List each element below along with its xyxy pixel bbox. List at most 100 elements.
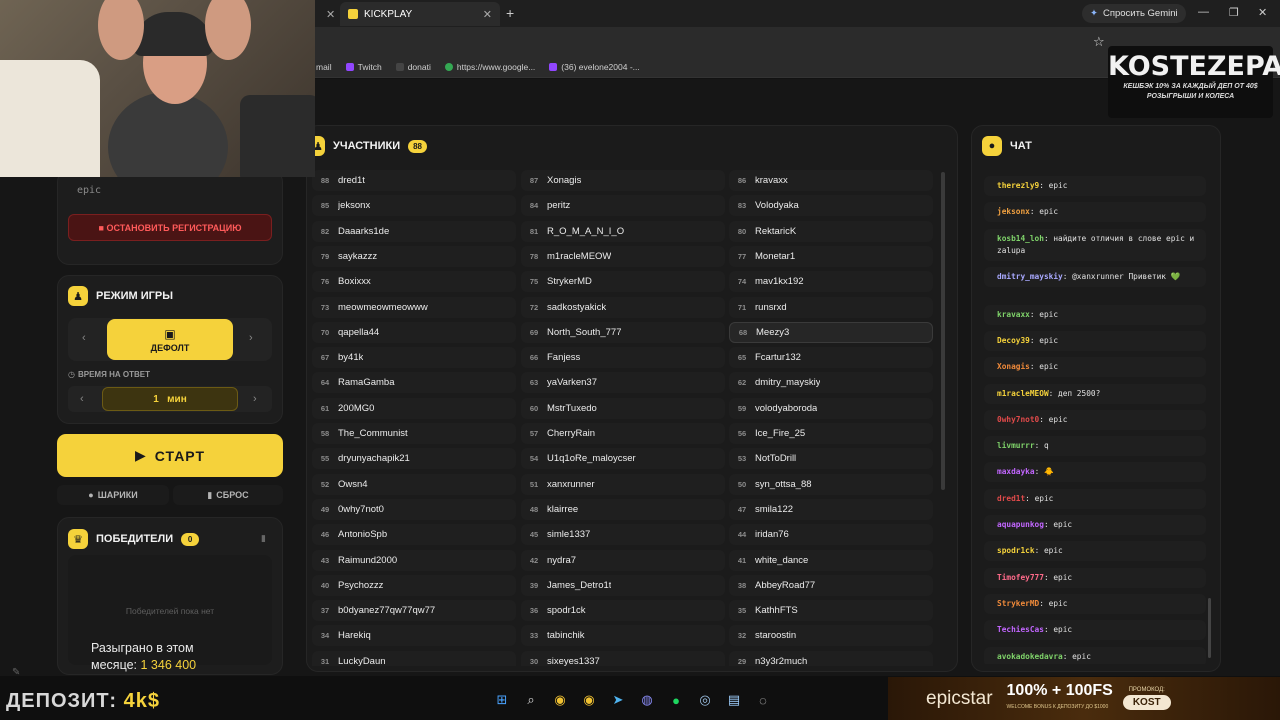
participant-row[interactable]: 88 dred1t [312,170,516,191]
participant-row[interactable]: 42 nydra7 [521,549,725,571]
clear-winners-icon[interactable]: ▮ [261,533,266,544]
participant-row[interactable]: 85 jeksonx [312,195,516,217]
participant-row[interactable]: 33 tabinchik [521,625,725,647]
participant-row[interactable]: 79 saykazzz [312,245,516,267]
participant-row[interactable]: 72 sadkostyakick [521,296,725,318]
participant-row[interactable]: 82 Daaarks1de [312,220,516,242]
time-next-arrow-icon[interactable]: › [253,393,257,405]
participant-row[interactable]: 39 James_Detro1t [521,574,725,596]
chat-username[interactable]: livmurrr [997,441,1035,450]
chat-username[interactable]: Xonagis [997,362,1030,371]
ask-gemini-button[interactable]: ✦ Спросить Gemini [1082,4,1186,23]
mode-prev-arrow-icon[interactable]: ‹ [82,332,86,344]
participant-row[interactable]: 58 The_Communist [312,423,516,444]
participant-row[interactable]: 34 Harekiq [312,625,516,647]
chat-username[interactable]: kravaxx [997,310,1030,319]
response-time-value[interactable]: 1 мин [102,387,238,411]
chat-username[interactable]: jeksonx [997,207,1030,216]
participant-row[interactable]: 63 yaVarken37 [521,372,725,394]
search-icon[interactable]: ⌕ [523,692,539,708]
balls-button[interactable]: ● ШАРИКИ [57,485,169,505]
participant-row[interactable]: 71 runsrxd [729,296,933,318]
participant-row[interactable]: 35 KathhFTS [729,600,933,622]
steam-icon[interactable]: ◎ [697,692,713,708]
notepad-icon[interactable]: ▤ [726,692,742,708]
chat-username[interactable]: spodr1ck [997,546,1035,555]
bookmark-twitch[interactable]: Twitch [345,62,382,72]
chat-username[interactable]: aquapunkog [997,520,1044,529]
chrome-icon[interactable]: ◉ [552,692,568,708]
chat-username[interactable]: 0why7not0 [997,415,1039,424]
chat-username[interactable]: dmitry_mayskiy [997,272,1063,281]
chat-username[interactable]: m1racleMEOW [997,389,1049,398]
participant-row[interactable]: 46 AntonioSpb [312,524,516,546]
participant-row[interactable]: 49 0why7not0 [312,498,516,520]
participant-row[interactable]: 81 R_O_M_A_N_I_O [521,220,725,242]
participant-row[interactable]: 76 Boxixxx [312,271,516,293]
participant-row[interactable]: 53 NotToDrill [729,448,933,470]
participant-row[interactable]: 84 peritz [521,195,725,217]
participant-row[interactable]: 62 dmitry_mayskiy [729,372,933,394]
participant-row[interactable]: 78 m1racleMEOW [521,245,725,267]
chat-username[interactable]: Timofey777 [997,573,1044,582]
participant-row[interactable]: 44 iridan76 [729,524,933,546]
participant-row[interactable]: 45 simle1337 [521,524,725,546]
participant-row[interactable]: 30 sixeyes1337 [521,650,725,666]
mode-option-default[interactable]: ▣ ДЕФОЛТ [107,319,233,360]
participant-row[interactable]: 47 smila122 [729,498,933,520]
participant-row[interactable]: 80 RektaricK [729,220,933,242]
bookmark-google[interactable]: https://www.google... [444,62,535,72]
participant-row[interactable]: 66 Fanjess [521,347,725,369]
participant-row[interactable]: 87 Xonagis [521,170,725,191]
telegram-icon[interactable]: ➤ [610,692,626,708]
mode-next-arrow-icon[interactable]: › [249,332,253,344]
participant-row[interactable]: 32 staroostin [729,625,933,647]
participant-row[interactable]: 37 b0dyanez77qw77qw77 [312,600,516,622]
chat-username[interactable]: StrykerMD [997,599,1039,608]
participant-row[interactable]: 55 dryunyachapik21 [312,448,516,470]
discord-icon[interactable]: ◍ [639,692,655,708]
participant-row[interactable]: 36 spodr1ck [521,600,725,622]
tab-close-icon[interactable]: ✕ [326,8,335,21]
participant-row[interactable]: 65 Fcartur132 [729,347,933,369]
participant-row[interactable]: 56 Ice_Fire_25 [729,423,933,444]
participant-row[interactable]: 51 xanxrunner [521,473,725,495]
participant-row[interactable]: 74 mav1kx192 [729,271,933,293]
stop-registration-button[interactable]: ■ ОСТАНОВИТЬ РЕГИСТРАЦИЮ [68,214,272,241]
browser-tab-kickplay[interactable]: KICKPLAY ✕ [340,2,500,26]
browser-tab-close-prev[interactable]: ✕ [318,2,338,26]
bookmark-star-icon[interactable]: ☆ [1093,34,1105,50]
chat-scrollbar[interactable] [1208,598,1211,658]
participant-row[interactable]: 75 StrykerMD [521,271,725,293]
participant-row[interactable]: 41 white_dance [729,549,933,571]
chat-username[interactable]: avokadokedavra [997,652,1063,661]
participant-row[interactable]: 68 Meezy3 [729,321,933,343]
participant-row[interactable]: 61 200MG0 [312,397,516,419]
chat-username[interactable]: dred1t [997,494,1025,503]
time-prev-arrow-icon[interactable]: ‹ [80,393,84,405]
participant-row[interactable]: 83 Volodyaka [729,195,933,217]
participant-row[interactable]: 48 klairree [521,498,725,520]
participant-row[interactable]: 59 volodyaboroda [729,397,933,419]
participant-row[interactable]: 52 Owsn4 [312,473,516,495]
windows-start-icon[interactable]: ⊞ [494,692,510,708]
chat-username[interactable]: Decoy39 [997,336,1030,345]
participant-row[interactable]: 31 LuckyDaun [312,650,516,666]
participant-row[interactable]: 64 RamaGamba [312,372,516,394]
chat-username[interactable]: therezly9 [997,181,1039,190]
obs-icon[interactable]: ◌ [755,692,771,708]
participant-row[interactable]: 69 North_South_777 [521,321,725,343]
bookmark-mail[interactable]: mail [316,62,332,72]
participant-row[interactable]: 86 kravaxx [729,170,933,191]
tab-close-icon[interactable]: ✕ [483,8,492,21]
minimize-icon[interactable]: — [1198,6,1209,18]
chat-username[interactable]: maxdayka [997,467,1035,476]
participant-row[interactable]: 38 AbbeyRoad77 [729,574,933,596]
spotify-icon[interactable]: ● [668,692,684,708]
reset-button[interactable]: ▮ СБРОС [173,485,283,505]
participants-scrollbar[interactable] [941,172,945,490]
chrome-active-icon[interactable]: ◉ [581,692,597,708]
participant-row[interactable]: 77 Monetar1 [729,245,933,267]
participant-row[interactable]: 50 syn_ottsa_88 [729,473,933,495]
participant-row[interactable]: 29 n3y3r2much [729,650,933,666]
